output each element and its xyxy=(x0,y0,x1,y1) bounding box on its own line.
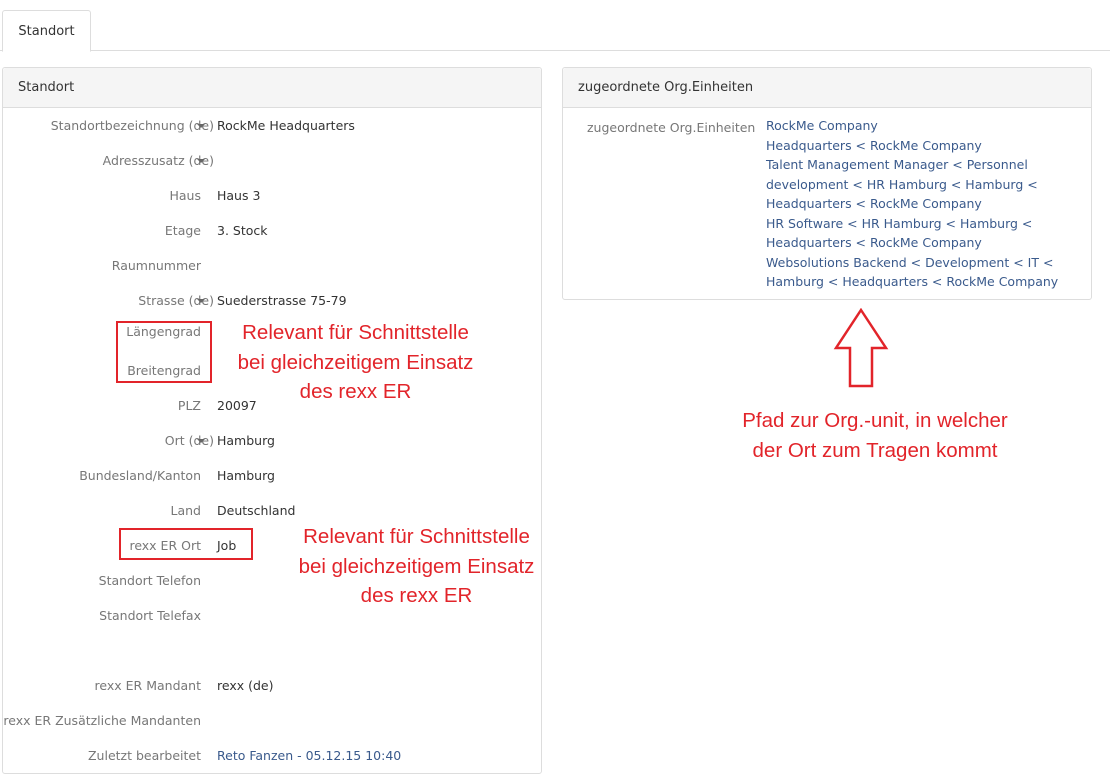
org-unit-link[interactable]: HR Software < HR Hamburg < Hamburg < Hea… xyxy=(766,214,1066,253)
field-value: RockMe Headquarters xyxy=(217,118,355,133)
field-row: rexx ER Zusätzliche Mandanten xyxy=(3,711,541,731)
standort-panel-title: Standort xyxy=(3,68,541,108)
field-label: Standort Telefon xyxy=(98,573,201,588)
org-units-list: RockMe Company Headquarters < RockMe Comp… xyxy=(766,116,1066,292)
org-units-panel-title: zugeordnete Org.Einheiten xyxy=(563,68,1091,108)
field-label: Bundesland/Kanton xyxy=(79,468,201,483)
field-row: Etage 3. Stock xyxy=(3,221,541,241)
field-row: Raumnummer xyxy=(3,256,541,276)
org-unit-link[interactable]: Talent Management Manager < Personnel de… xyxy=(766,155,1066,214)
field-row: rexx ER Mandant rexx (de) xyxy=(3,676,541,696)
org-unit-link[interactable]: Websolutions Backend < Development < IT … xyxy=(766,253,1066,292)
field-label: Etage xyxy=(164,223,201,238)
org-unit-link[interactable]: Headquarters < RockMe Company xyxy=(766,136,1066,156)
org-unit-link[interactable]: RockMe Company xyxy=(766,116,1066,136)
field-label: Haus xyxy=(169,188,202,203)
tab-standort[interactable]: Standort xyxy=(2,10,91,52)
field-row: Haus Haus 3 xyxy=(3,186,541,206)
field-row: Standortbezeichnung (de) RockMe Headquart… xyxy=(3,116,541,136)
field-label: PLZ xyxy=(177,398,201,413)
field-value: Hamburg xyxy=(217,433,275,448)
language-dropdown-icon[interactable] xyxy=(197,439,205,443)
field-value: Hamburg xyxy=(217,468,275,483)
field-value: rexx (de) xyxy=(217,678,274,693)
field-label: Land xyxy=(170,503,201,518)
last-edited-link[interactable]: Reto Fanzen - 05.12.15 10:40 xyxy=(217,746,401,766)
field-label: rexx ER Zusätzliche Mandanten xyxy=(3,713,201,728)
field-value: Deutschland xyxy=(217,503,296,518)
field-label: Standort Telefax xyxy=(99,608,201,623)
coords-annotation: Relevant für Schnittstelle bei gleichzei… xyxy=(237,321,474,403)
field-row: Strasse (de) Suederstrasse 75-79 xyxy=(3,291,541,311)
language-dropdown-icon[interactable] xyxy=(197,159,205,163)
field-label: Standortbezeichnung (de) xyxy=(50,118,214,133)
field-value: 3. Stock xyxy=(217,223,268,238)
field-value: Suederstrasse 75-79 xyxy=(217,293,347,308)
er-ort-annotation: Relevant für Schnittstelle bei gleichzei… xyxy=(298,525,535,607)
coords-highlight-box xyxy=(116,321,212,383)
field-row: Bundesland/Kanton Hamburg xyxy=(3,466,541,486)
er-ort-highlight-box xyxy=(119,528,253,560)
up-arrow-icon xyxy=(833,308,889,388)
field-row: Zuletzt bearbeitet Reto Fanzen - 05.12.15… xyxy=(3,746,541,766)
field-label: Raumnummer xyxy=(111,258,201,273)
org-path-annotation: Pfad zur Org.-unit, in welcher der Ort z… xyxy=(742,409,1008,462)
field-label: Zuletzt bearbeitet xyxy=(87,748,201,763)
language-dropdown-icon[interactable] xyxy=(197,299,205,303)
field-row: Adresszusatz (de) xyxy=(3,151,541,171)
standort-panel: Standort Standortbezeichnung (de) RockMe … xyxy=(2,67,542,774)
tab-bar: Standort xyxy=(0,0,1110,52)
language-dropdown-icon[interactable] xyxy=(197,124,205,128)
field-label: rexx ER Mandant xyxy=(94,678,201,693)
field-label: Ort (de) xyxy=(164,433,214,448)
field-row: Land Deutschland xyxy=(3,501,541,521)
field-value: Haus 3 xyxy=(217,188,261,203)
org-units-label: zugeordnete Org.Einheiten xyxy=(587,120,756,135)
org-units-panel: zugeordnete Org.Einheiten zugeordnete Or… xyxy=(562,67,1092,300)
field-row: Ort (de) Hamburg xyxy=(3,431,541,451)
